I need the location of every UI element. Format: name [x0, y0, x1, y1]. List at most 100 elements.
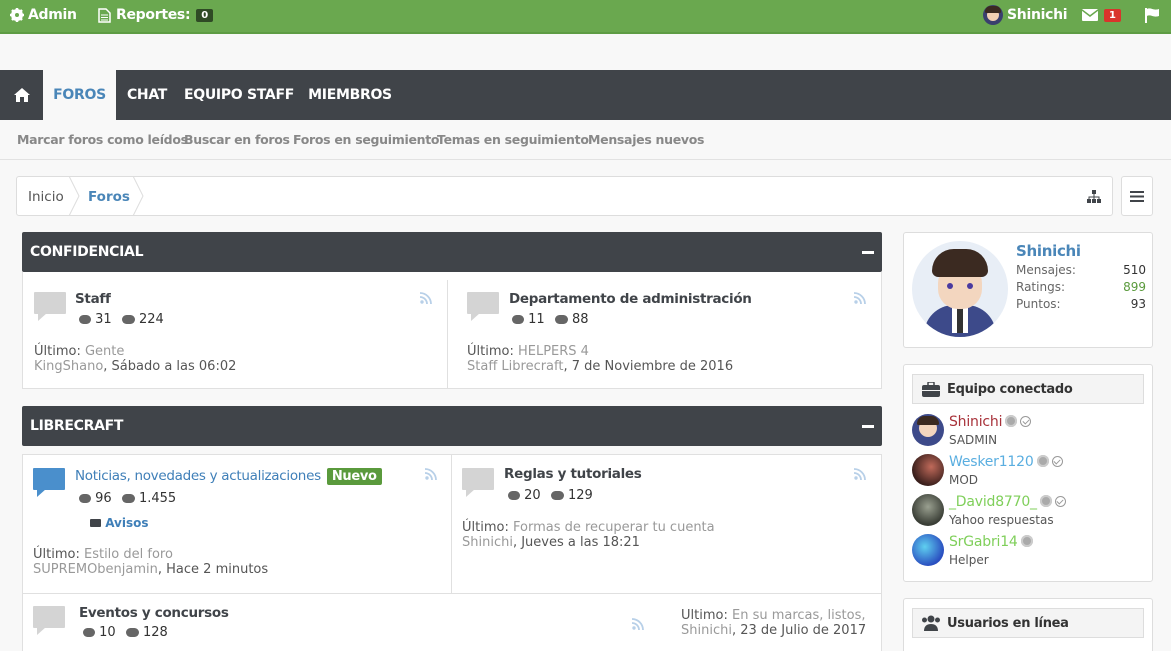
- subnav-new-posts[interactable]: Mensajes nuevos: [588, 132, 705, 147]
- posts-icon: [550, 491, 564, 500]
- forum-item[interactable]: Staff 31 224 Último: Gente KingShano, Sá…: [23, 272, 447, 389]
- forum-title[interactable]: Staff: [75, 291, 111, 307]
- last-post-title[interactable]: HELPERS 4: [518, 344, 589, 359]
- avatar[interactable]: [912, 414, 944, 446]
- posts-icon: [125, 628, 139, 637]
- rss-icon[interactable]: [854, 292, 866, 304]
- reports-label: Reportes:: [116, 7, 191, 23]
- staff-gear-icon: [1036, 455, 1049, 467]
- sub-nav: Marcar foros como leídos Buscar en foros…: [0, 120, 1171, 160]
- admin-label: Admin: [28, 7, 77, 23]
- avatar[interactable]: [912, 494, 944, 526]
- verified-icon: [1051, 456, 1063, 467]
- top-bar: Admin Reportes: 0 Shinichi 1: [0, 0, 1171, 34]
- staff-gear-icon: [1005, 415, 1018, 427]
- last-post: Último: Formas de recuperar tu cuenta Sh…: [462, 520, 715, 550]
- last-post-title[interactable]: En su marcas, listos, ¡...: [732, 608, 871, 623]
- staff-role: Helper: [949, 553, 989, 567]
- users-online-header: Usuarios en línea: [912, 608, 1144, 638]
- tab-foros[interactable]: FOROS: [43, 70, 116, 120]
- last-post-date: , 23 de Julio de 2017: [731, 623, 867, 638]
- profile-card: Shinichi Mensajes: 510 Ratings: 899 Puntos…: [903, 232, 1153, 348]
- user-menu[interactable]: Shinichi: [983, 0, 1068, 30]
- last-post-title[interactable]: Estilo del foro: [84, 547, 173, 562]
- forum-title[interactable]: Departamento de administración: [509, 291, 752, 307]
- document-icon: [98, 7, 111, 23]
- forum-title[interactable]: Eventos y concursos: [79, 605, 229, 621]
- alerts-link[interactable]: [1144, 0, 1160, 30]
- forum-item[interactable]: Noticias, novedades y actualizaciones Nue…: [23, 455, 451, 593]
- last-post-user[interactable]: Shinichi: [681, 623, 732, 638]
- profile-avatar[interactable]: [912, 241, 1008, 337]
- breadcrumb-separator: [133, 176, 144, 216]
- rss-icon[interactable]: [854, 468, 866, 480]
- subnav-watched-threads[interactable]: Temas en seguimiento: [437, 132, 589, 147]
- last-post-title[interactable]: Formas de recuperar tu cuenta: [513, 520, 715, 535]
- last-post-user[interactable]: Staff Librecraft: [467, 359, 563, 374]
- subforum-link[interactable]: Avisos: [90, 516, 149, 530]
- staff-gear-icon: [1039, 495, 1052, 507]
- staff-name[interactable]: SrGabri14: [949, 534, 1033, 550]
- subnav-search[interactable]: Buscar en foros: [184, 132, 290, 147]
- user-name: Shinichi: [1007, 7, 1068, 23]
- breadcrumb: Inicio Foros: [16, 176, 1113, 216]
- forum-read-icon: [34, 292, 66, 321]
- list-view-button[interactable]: [1121, 176, 1153, 216]
- reports-link[interactable]: Reportes: 0: [98, 0, 213, 30]
- forum-stats: 96 1.455: [79, 491, 176, 506]
- last-post-title[interactable]: Gente: [85, 344, 124, 359]
- staff-name[interactable]: Shinichi: [949, 414, 1032, 430]
- last-post-user[interactable]: SUPREMObenjamin: [33, 562, 158, 577]
- verified-icon: [1020, 416, 1032, 427]
- forum-item[interactable]: Departamento de administración 11 88 Últ…: [448, 272, 882, 389]
- list-icon: [1130, 191, 1144, 202]
- rss-icon[interactable]: [425, 468, 437, 480]
- last-post: Último: En su marcas, listos, ¡... Shini…: [681, 608, 871, 638]
- category-header-librecraft: LIBRECRAFT: [22, 406, 882, 446]
- breadcrumb-home[interactable]: Inicio: [28, 189, 64, 205]
- breadcrumb-separator: [69, 176, 80, 216]
- admin-link[interactable]: Admin: [10, 0, 77, 30]
- rss-icon[interactable]: [632, 618, 644, 630]
- threads-icon: [83, 628, 95, 637]
- tab-equipo-staff[interactable]: EQUIPO STAFF: [178, 70, 300, 120]
- collapse-icon[interactable]: [862, 251, 874, 254]
- avatar[interactable]: [912, 534, 944, 566]
- user-avatar: [983, 5, 1003, 25]
- last-post-user[interactable]: Shinichi: [462, 535, 513, 550]
- tab-chat[interactable]: CHAT: [116, 70, 178, 120]
- staff-role: MOD: [949, 473, 979, 487]
- subnav-watched-forums[interactable]: Foros en seguimiento: [293, 132, 440, 147]
- forum-item[interactable]: Reglas y tutoriales 20 129 Último: Forma…: [452, 455, 882, 593]
- avatar[interactable]: [912, 454, 944, 486]
- staff-gear-icon: [1020, 535, 1033, 547]
- category-header-confidencial: CONFIDENCIAL: [22, 232, 882, 272]
- staff-name[interactable]: _David8770_: [949, 494, 1066, 510]
- forum-title[interactable]: Noticias, novedades y actualizaciones Nue…: [75, 468, 382, 485]
- tab-miembros[interactable]: MIEMBROS: [300, 70, 400, 120]
- users-icon: [922, 615, 940, 631]
- messages-link[interactable]: 1: [1082, 0, 1121, 30]
- category-panel-librecraft: Noticias, novedades y actualizaciones Nue…: [22, 454, 882, 651]
- flag-icon: [1145, 7, 1159, 23]
- staff-role: SADMIN: [949, 433, 998, 447]
- staff-name[interactable]: Wesker1120: [949, 454, 1063, 470]
- home-icon: [13, 88, 30, 102]
- forum-item[interactable]: Eventos y concursos 10 128 Último: En su…: [23, 594, 881, 651]
- rss-icon[interactable]: [420, 292, 432, 304]
- subnav-mark-read[interactable]: Marcar foros como leídos: [17, 132, 188, 147]
- breadcrumb-current[interactable]: Foros: [88, 189, 130, 205]
- sitemap-icon[interactable]: [1087, 190, 1101, 203]
- profile-name[interactable]: Shinichi: [1016, 242, 1081, 260]
- tab-home[interactable]: [0, 70, 43, 120]
- new-badge: Nuevo: [326, 468, 382, 485]
- verified-icon: [1054, 496, 1066, 507]
- category-panel-confidencial: Staff 31 224 Último: Gente KingShano, Sá…: [22, 272, 882, 389]
- posts-icon: [554, 315, 568, 324]
- collapse-icon[interactable]: [862, 425, 874, 428]
- forum-title[interactable]: Reglas y tutoriales: [504, 466, 642, 482]
- users-online-panel: Usuarios en línea: [903, 598, 1153, 651]
- staff-online-panel: Equipo conectado Shinichi SADMIN Wesker1…: [903, 364, 1153, 582]
- posts-icon: [121, 315, 135, 324]
- last-post-user[interactable]: KingShano: [34, 359, 103, 374]
